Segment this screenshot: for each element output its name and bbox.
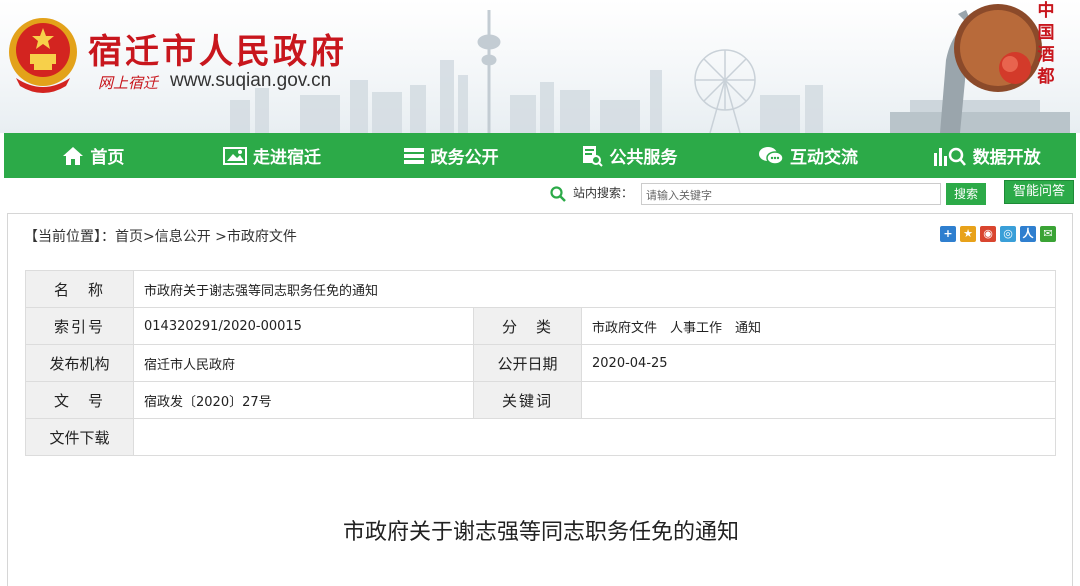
search-icon — [550, 186, 566, 202]
nav-label: 首页 — [90, 148, 125, 168]
share-qzone-icon[interactable]: ★ — [960, 226, 976, 242]
share-wechat-icon[interactable]: ✉ — [1040, 226, 1056, 242]
calligraphy-char: 都 — [1037, 67, 1055, 87]
nav-item-home[interactable]: 首页 — [4, 133, 183, 178]
calligraphy-char: 国 — [1037, 23, 1055, 43]
calligraphy-char: 酒 — [1037, 45, 1055, 65]
meta-value-keywords — [581, 381, 1056, 419]
meta-label-name: 名 称 — [25, 270, 134, 308]
smart-qa-button[interactable]: 智能问答 — [1004, 180, 1074, 204]
calligraphy-char: 中 — [1037, 1, 1055, 21]
chat-icon — [759, 146, 784, 165]
meta-label-docno: 文 号 — [25, 381, 134, 419]
meta-label-download: 文件下载 — [25, 418, 134, 456]
share-tencent-icon[interactable]: ◎ — [1000, 226, 1016, 242]
document-metadata-table: 名 称 市政府关于谢志强等同志职务任免的通知 索引号 014320291/202… — [25, 270, 1056, 456]
content-frame: 【当前位置】：首页>信息公开 >市政府文件 + ★ ◉ ◎ 人 ✉ 名 称 市政… — [7, 213, 1073, 586]
nav-item-government-affairs[interactable]: 政务公开 — [361, 133, 540, 178]
site-slogan: 网上宿迁 — [98, 74, 159, 92]
search-input[interactable]: 请输入关键字 — [641, 183, 941, 205]
meta-value-index: 014320291/2020-00015 — [133, 307, 474, 345]
nav-label: 公共服务 — [609, 148, 678, 168]
nav-item-about[interactable]: 走进宿迁 — [183, 133, 362, 178]
share-renren-icon[interactable]: 人 — [1020, 226, 1036, 242]
national-emblem-icon — [9, 18, 77, 93]
site-title: 宿迁市人民政府 — [88, 32, 347, 72]
header-banner: 宿迁市人民政府 网上宿迁 www.suqian.gov.cn 中 国 酒 都 — [0, 0, 1080, 133]
meta-label-category: 分 类 — [473, 307, 582, 345]
document-title: 市政府关于谢志强等同志职务任免的通知 — [342, 520, 739, 545]
meta-value-docno: 宿政发〔2020〕27号 — [133, 381, 474, 419]
search-bar: 站内搜索： 请输入关键字 搜索 智能问答 — [0, 180, 1080, 208]
page: 宿迁市人民政府 网上宿迁 www.suqian.gov.cn 中 国 酒 都 首… — [0, 0, 1080, 586]
meta-value-publisher: 宿迁市人民政府 — [133, 344, 474, 382]
search-button[interactable]: 搜索 — [946, 183, 986, 205]
share-more-icon[interactable]: + — [940, 226, 956, 242]
nav-label: 数据开放 — [972, 148, 1041, 168]
meta-value-category: 市政府文件 人事工作 通知 — [581, 307, 1056, 345]
meta-value-name: 市政府关于谢志强等同志职务任免的通知 — [133, 270, 1056, 308]
share-weibo-icon[interactable]: ◉ — [980, 226, 996, 242]
meta-label-index: 索引号 — [25, 307, 134, 345]
site-url[interactable]: www.suqian.gov.cn — [170, 70, 331, 92]
china-liquor-capital-text: 中 国 酒 都 — [1032, 0, 1060, 88]
meta-label-keywords: 关键词 — [473, 381, 582, 419]
main-nav: 首页 走进宿迁 政务公开 公共服务 互动交流 数据开放 — [4, 133, 1076, 178]
data-search-icon — [933, 147, 966, 166]
breadcrumb: 【当前位置】：首页>信息公开 >市政府文件 — [24, 229, 297, 245]
table-row: 索引号 014320291/2020-00015 分 类 市政府文件 人事工作 … — [25, 307, 1056, 345]
search-label: 站内搜索： — [573, 186, 634, 200]
picture-icon — [223, 146, 247, 165]
nav-item-open-data[interactable]: 数据开放 — [897, 133, 1076, 178]
list-icon — [403, 147, 424, 164]
meta-value-date: 2020-04-25 — [581, 344, 1056, 382]
meta-value-download[interactable] — [133, 418, 1056, 456]
home-icon — [63, 146, 84, 165]
share-toolbar: + ★ ◉ ◎ 人 ✉ — [940, 226, 1056, 242]
nav-label: 政务公开 — [430, 148, 499, 168]
nav-label: 走进宿迁 — [253, 148, 321, 168]
meta-label-date: 公开日期 — [473, 344, 582, 382]
table-row: 文件下载 — [25, 418, 1056, 456]
nav-item-public-services[interactable]: 公共服务 — [540, 133, 719, 178]
nav-item-interaction[interactable]: 互动交流 — [719, 133, 898, 178]
table-row: 文 号 宿政发〔2020〕27号 关键词 — [25, 381, 1056, 419]
table-row: 发布机构 宿迁市人民政府 公开日期 2020-04-25 — [25, 344, 1056, 382]
document-search-icon — [583, 145, 604, 167]
table-row: 名 称 市政府关于谢志强等同志职务任免的通知 — [25, 270, 1056, 308]
meta-label-publisher: 发布机构 — [25, 344, 134, 382]
nav-label: 互动交流 — [790, 148, 859, 168]
